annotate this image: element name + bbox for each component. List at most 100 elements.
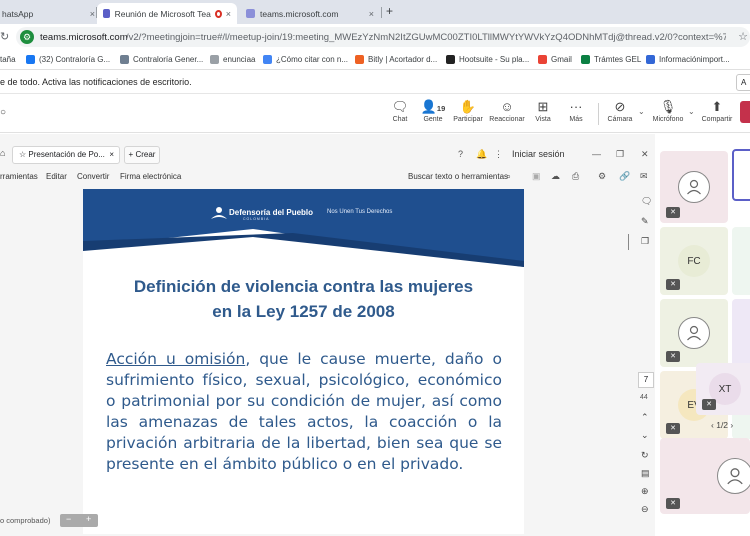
minimize-icon[interactable]: — <box>592 149 601 159</box>
mic-off-icon: 🎙 <box>659 99 677 114</box>
sign-in-link[interactable]: Iniciar sesión <box>512 149 565 159</box>
bookmark-item[interactable]: Trámtes GEL <box>581 55 641 64</box>
camera-button[interactable]: ⊘ Cámara <box>602 98 638 123</box>
menu-sign[interactable]: Firma electrónica <box>120 172 181 181</box>
create-button[interactable]: + Crear <box>124 146 160 164</box>
share-button[interactable]: ⬆ Compartir <box>698 98 736 123</box>
close-icon[interactable]: × <box>90 9 95 19</box>
shared-app-tabbar: ⌂ ☆ Presentación de Po... × + Crear ? 🔔 … <box>0 144 655 166</box>
bookmark-item[interactable]: Gmail <box>538 55 572 64</box>
participant-tile[interactable]: ✕ <box>660 299 728 367</box>
document-tab[interactable]: ☆ Presentación de Po... × <box>12 146 120 164</box>
bookmark-item[interactable]: Hootsuite - Su pla... <box>446 55 529 64</box>
tab-whatsapp[interactable]: hatsApp × <box>0 3 95 24</box>
avatar <box>678 317 710 349</box>
bookmark-item[interactable]: Bitly | Acortador d... <box>355 55 437 64</box>
hand-icon: ✋ <box>459 99 477 114</box>
settings-icon[interactable]: ⚙ <box>598 171 606 182</box>
page-icon[interactable]: ▤ <box>641 468 650 479</box>
zoom-in-icon[interactable]: ⊕ <box>641 486 649 497</box>
help-icon[interactable]: ? <box>458 149 463 159</box>
url-host: teams.microsoft.com <box>40 32 128 43</box>
url-path: /v2/?meetingjoin=true#/l/meetup-join/19:… <box>126 32 726 43</box>
browser-tab-strip: hatsApp × Reunión de Microsoft Tea × tea… <box>0 0 750 24</box>
enable-notifications-button[interactable]: A <box>736 74 750 91</box>
mic-muted-icon: ✕ <box>666 498 680 509</box>
toolbar-divider <box>598 103 599 125</box>
more-button[interactable]: ··· Más <box>558 98 594 123</box>
bookmark-item[interactable]: Contraloría Gener... <box>120 55 203 64</box>
view-button[interactable]: ⊞ Vista <box>525 98 561 123</box>
participant-tile[interactable] <box>732 299 750 367</box>
participant-tile[interactable]: ✕ <box>660 151 728 223</box>
close-window-icon[interactable]: ✕ <box>641 149 649 160</box>
mail-icon[interactable]: ✉ <box>640 171 648 182</box>
react-button[interactable]: ☺ Reaccionar <box>487 98 527 123</box>
participant-tile[interactable]: FC ✕ <box>660 227 728 295</box>
bookmark-item[interactable]: Informaciónimport... <box>646 55 730 64</box>
menu-edit[interactable]: Editar <box>46 172 67 181</box>
chevron-up-icon[interactable]: ⌃ <box>641 412 649 423</box>
raise-hand-button[interactable]: ✋ Participar <box>449 98 487 123</box>
page-indicator: 1/2 <box>716 420 729 430</box>
close-icon[interactable]: × <box>369 9 374 19</box>
print-icon[interactable]: ⎙ <box>572 171 579 182</box>
search-icon[interactable]: ⌕ <box>506 171 511 182</box>
refresh-icon[interactable]: ↻ <box>641 450 649 461</box>
menu-convert[interactable]: Convertir <box>77 172 109 181</box>
google-icon <box>538 55 547 64</box>
shared-screen: ⌂ ☆ Presentación de Po... × + Crear ? 🔔 … <box>0 134 655 536</box>
chat-button[interactable]: 🗨 Chat <box>382 98 418 123</box>
mic-muted-icon: ✕ <box>666 279 680 290</box>
camera-options-chevron-icon[interactable]: ⌄ <box>638 107 645 116</box>
site-info-icon[interactable]: ⚙ <box>20 30 34 44</box>
chat-bubble-icon[interactable]: 🗨 <box>641 196 652 207</box>
upload-icon[interactable]: ☁ <box>551 171 560 182</box>
participants-gallery: 🗨 ✎ ❐ ✕ FC ✕ ✕ EV ✕ XT ✕ ‹ 1/2 › ✕ <box>641 134 750 536</box>
tab-title: teams.microsoft.com <box>260 8 339 19</box>
participant-tile[interactable] <box>732 227 750 295</box>
pages-icon[interactable]: ❐ <box>641 236 649 247</box>
avatar <box>678 171 710 203</box>
scrollbar[interactable] <box>628 234 629 250</box>
new-tab-button[interactable]: + <box>386 4 393 18</box>
save-icon[interactable]: ▣ <box>532 171 541 182</box>
menu-tools[interactable]: rramientas <box>0 172 38 181</box>
bookmark-item[interactable]: taña <box>0 55 16 64</box>
apps-icon[interactable]: ⋮ <box>494 149 503 160</box>
bookmark-item[interactable]: enunciaa <box>210 55 255 64</box>
previous-page-button[interactable]: ‹ <box>711 420 714 430</box>
zoom-in-button[interactable]: + <box>86 514 91 524</box>
avatar: FC <box>678 245 710 277</box>
mic-button[interactable]: 🎙 Micrófono <box>648 98 688 123</box>
facebook-icon <box>26 55 35 64</box>
leave-button[interactable] <box>740 101 750 123</box>
home-icon[interactable]: ⌂ <box>0 148 5 158</box>
next-page-button[interactable]: › <box>730 420 733 430</box>
participant-tile[interactable]: ✕ <box>660 438 750 514</box>
search-tools-label[interactable]: Buscar texto o herramientas <box>408 172 508 181</box>
close-icon[interactable]: × <box>109 147 114 163</box>
people-button[interactable]: 👤19 Gente <box>415 98 451 123</box>
mic-options-chevron-icon[interactable]: ⌄ <box>688 107 695 116</box>
participant-tile[interactable]: XT ✕ <box>696 363 750 415</box>
link-icon[interactable]: 🔗 <box>619 171 630 182</box>
zoom-out-button[interactable]: − <box>66 514 71 524</box>
tab-teams-meeting[interactable]: Reunión de Microsoft Tea × <box>97 3 237 24</box>
comment-icon[interactable]: ✎ <box>641 216 649 227</box>
restore-icon[interactable]: ❐ <box>616 149 624 160</box>
bookmark-star-icon[interactable]: ☆ <box>738 30 748 43</box>
chevron-down-icon[interactable]: ⌄ <box>641 430 649 441</box>
bookmark-item[interactable]: ¿Cómo citar con n... <box>263 55 348 64</box>
chat-icon: 🗨 <box>391 99 409 114</box>
participant-tile[interactable] <box>732 149 750 201</box>
url-field[interactable]: ⚙ teams.microsoft.com /v2/?meetingjoin=t… <box>16 27 750 47</box>
page-number-input[interactable]: 7 <box>638 372 654 388</box>
zoom-out-icon[interactable]: ⊖ <box>641 504 649 515</box>
hootsuite-icon <box>446 55 455 64</box>
close-icon[interactable]: × <box>226 9 231 19</box>
reload-icon[interactable]: ↻ <box>0 30 9 43</box>
zoom-control[interactable]: − + <box>60 514 98 527</box>
tab-teams[interactable]: teams.microsoft.com × <box>240 3 380 24</box>
bookmark-item[interactable]: (32) Contraloría G... <box>26 55 110 64</box>
